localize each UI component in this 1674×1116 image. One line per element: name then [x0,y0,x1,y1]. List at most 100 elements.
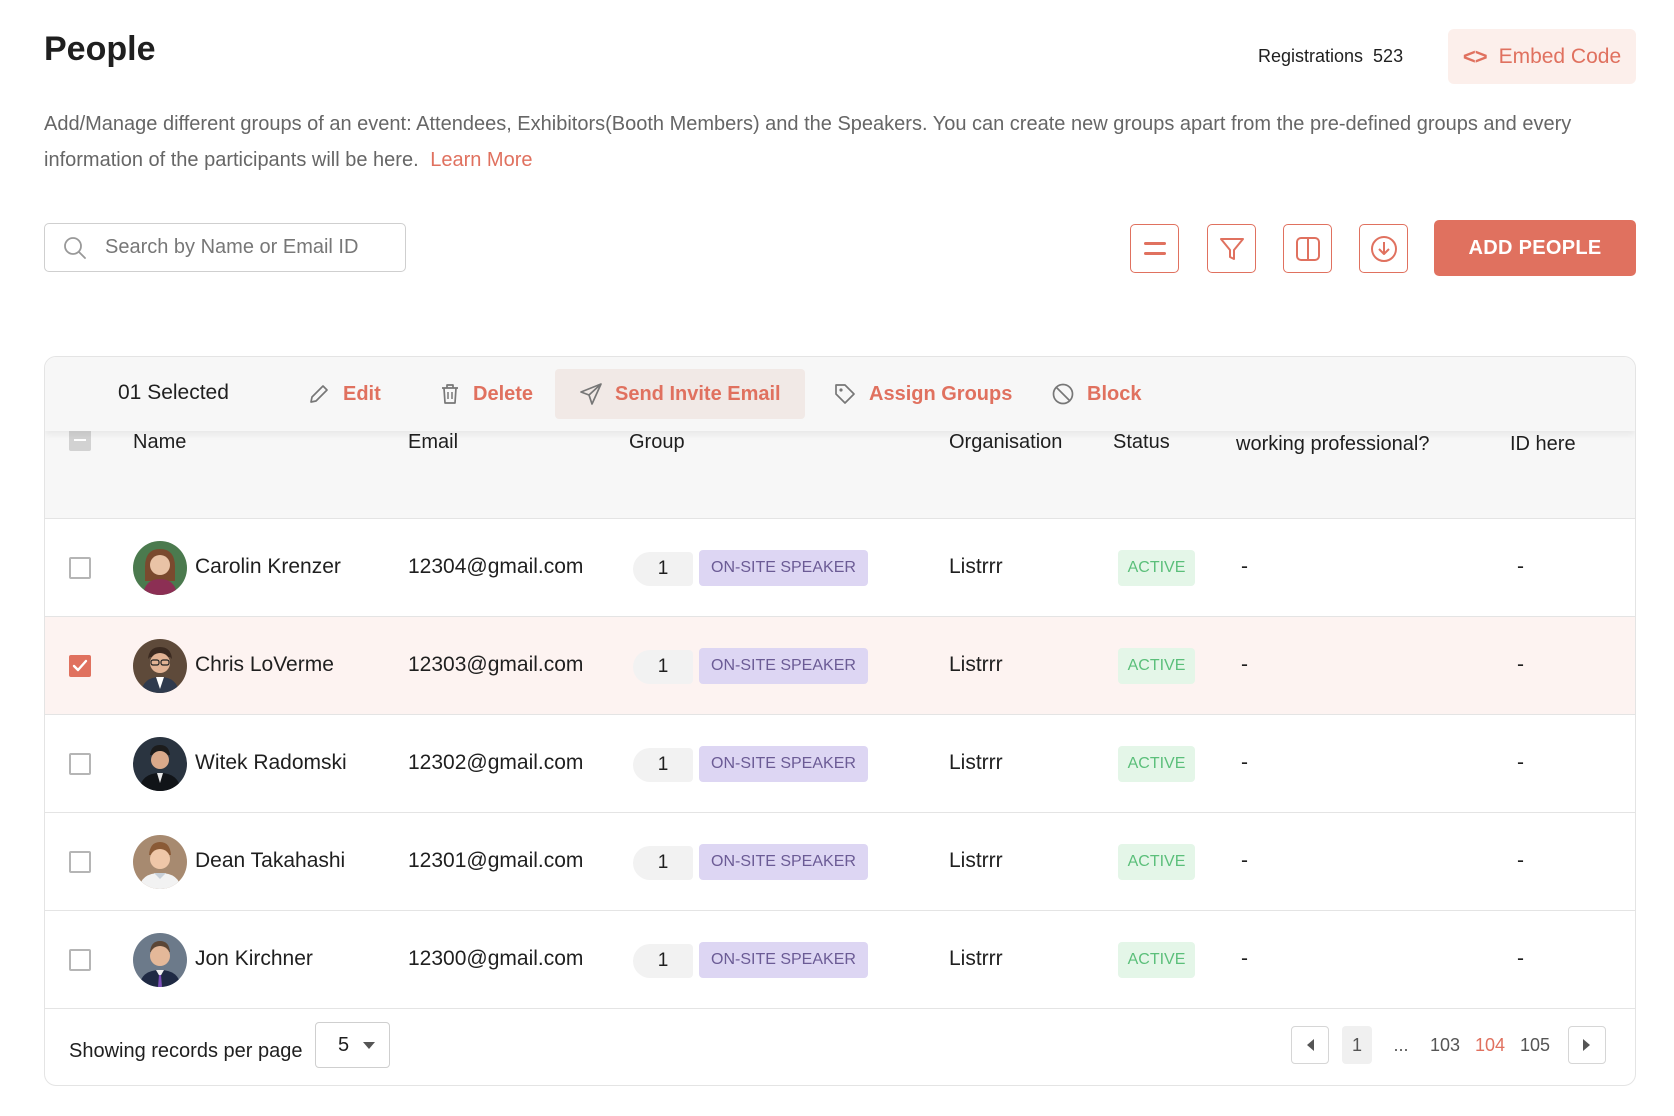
group-count: 1 [633,944,693,978]
page-description: Add/Manage different groups of an event:… [44,106,1634,178]
id-value: - [1517,653,1524,676]
avatar [133,737,187,791]
professional-value: - [1241,947,1248,970]
status-badge: ACTIVE [1118,942,1195,978]
page-103[interactable]: 103 [1430,1026,1460,1064]
records-per-page-label: Showing records per page [69,1040,303,1062]
group-tag: ON-SITE SPEAKER [699,942,868,978]
selected-count: 01 Selected [118,381,229,404]
bulk-action-bar: 01 Selected Edit Delete Send Invite Emai… [45,357,1635,431]
status-badge: ACTIVE [1118,746,1195,782]
person-name[interactable]: Chris LoVerme [195,653,334,677]
delete-button[interactable]: Delete [415,369,557,419]
table-row[interactable]: Carolin Krenzer 12304@gmail.com 1 ON-SIT… [45,519,1635,617]
column-header-email[interactable]: Email [408,431,458,454]
group-tag: ON-SITE SPEAKER [699,844,868,880]
page-1[interactable]: 1 [1342,1026,1372,1064]
status-badge: ACTIVE [1118,844,1195,880]
block-button[interactable]: Block [1027,369,1165,419]
send-invite-label: Send Invite Email [615,382,781,405]
columns-button[interactable] [1283,224,1332,273]
embed-code-button[interactable]: <> Embed Code [1448,29,1636,84]
search-box[interactable] [44,223,406,272]
edit-label: Edit [343,382,381,405]
pencil-icon [310,385,328,403]
edit-button[interactable]: Edit [283,369,405,419]
column-header-status[interactable]: Status [1113,431,1170,454]
columns-icon [1295,236,1320,261]
records-per-page-select[interactable]: 5 [315,1022,390,1068]
code-icon: <> [1462,43,1488,69]
row-checkbox[interactable] [69,655,91,677]
group-count: 1 [633,846,693,880]
select-all-checkbox[interactable] [69,429,91,451]
person-name[interactable]: Dean Takahashi [195,849,345,873]
group-count: 1 [633,748,693,782]
column-header-group[interactable]: Group [629,431,685,454]
column-header-name[interactable]: Name [133,431,186,454]
add-people-button[interactable]: ADD PEOPLE [1434,220,1636,276]
density-icon [1143,241,1166,255]
table-row[interactable]: Jon Kirchner 12300@gmail.com 1 ON-SITE S… [45,911,1635,1009]
row-checkbox[interactable] [69,557,91,579]
row-checkbox[interactable] [69,753,91,775]
send-icon [580,383,602,405]
assign-groups-button[interactable]: Assign Groups [809,369,1036,419]
group-count: 1 [633,650,693,684]
row-checkbox[interactable] [69,851,91,873]
avatar [133,541,187,595]
block-icon [1052,383,1074,405]
per-page-value: 5 [338,1033,350,1056]
assign-groups-label: Assign Groups [869,382,1013,405]
next-page-button[interactable] [1568,1026,1606,1064]
person-email: 12303@gmail.com [408,653,584,676]
density-button[interactable] [1130,224,1179,273]
person-name[interactable]: Carolin Krenzer [195,555,341,579]
column-header-professional[interactable]: working professional? [1236,429,1429,459]
person-organisation: Listrrr [949,947,1003,970]
group-tag: ON-SITE SPEAKER [699,746,868,782]
professional-value: - [1241,849,1248,872]
filter-button[interactable] [1207,224,1256,273]
id-value: - [1517,751,1524,774]
avatar [133,639,187,693]
person-email: 12300@gmail.com [408,947,584,970]
search-icon [64,236,86,259]
professional-value: - [1241,751,1248,774]
table-row[interactable]: Chris LoVerme 12303@gmail.com 1 ON-SITE … [45,617,1635,715]
column-header-id[interactable]: ID here [1510,429,1576,459]
learn-more-link[interactable]: Learn More [430,149,532,171]
group-count: 1 [633,552,693,586]
person-organisation: Listrrr [949,555,1003,578]
person-organisation: Listrrr [949,849,1003,872]
column-header-organisation[interactable]: Organisation [949,431,1062,454]
page-ellipsis: ... [1393,1034,1409,1055]
person-organisation: Listrrr [949,653,1003,676]
tag-icon [835,384,855,404]
person-name[interactable]: Jon Kirchner [195,947,313,971]
chevron-right-icon [1583,1039,1590,1051]
page-104-current[interactable]: 104 [1475,1026,1505,1064]
id-value: - [1517,555,1524,578]
person-name[interactable]: Witek Radomski [195,751,347,775]
page-105[interactable]: 105 [1520,1026,1550,1064]
row-checkbox[interactable] [69,949,91,971]
group-tag: ON-SITE SPEAKER [699,648,868,684]
table-row[interactable]: Witek Radomski 12302@gmail.com 1 ON-SITE… [45,715,1635,813]
download-button[interactable] [1359,224,1408,273]
table-row[interactable]: Dean Takahashi 12301@gmail.com 1 ON-SITE… [45,813,1635,911]
checkmark-icon [72,659,88,672]
description-text: Add/Manage different groups of an event:… [44,113,1572,171]
id-value: - [1517,947,1524,970]
prev-page-button[interactable] [1291,1026,1329,1064]
people-table: Name Email Group Organisation Status wor… [44,356,1636,1086]
search-input[interactable] [105,236,375,259]
send-invite-email-button[interactable]: Send Invite Email [555,369,805,419]
filter-icon [1219,237,1244,260]
page-title: People [44,30,156,68]
person-email: 12304@gmail.com [408,555,584,578]
embed-code-label: Embed Code [1498,44,1622,68]
trash-icon [442,384,458,404]
status-badge: ACTIVE [1118,648,1195,684]
chevron-left-icon [1307,1039,1314,1051]
